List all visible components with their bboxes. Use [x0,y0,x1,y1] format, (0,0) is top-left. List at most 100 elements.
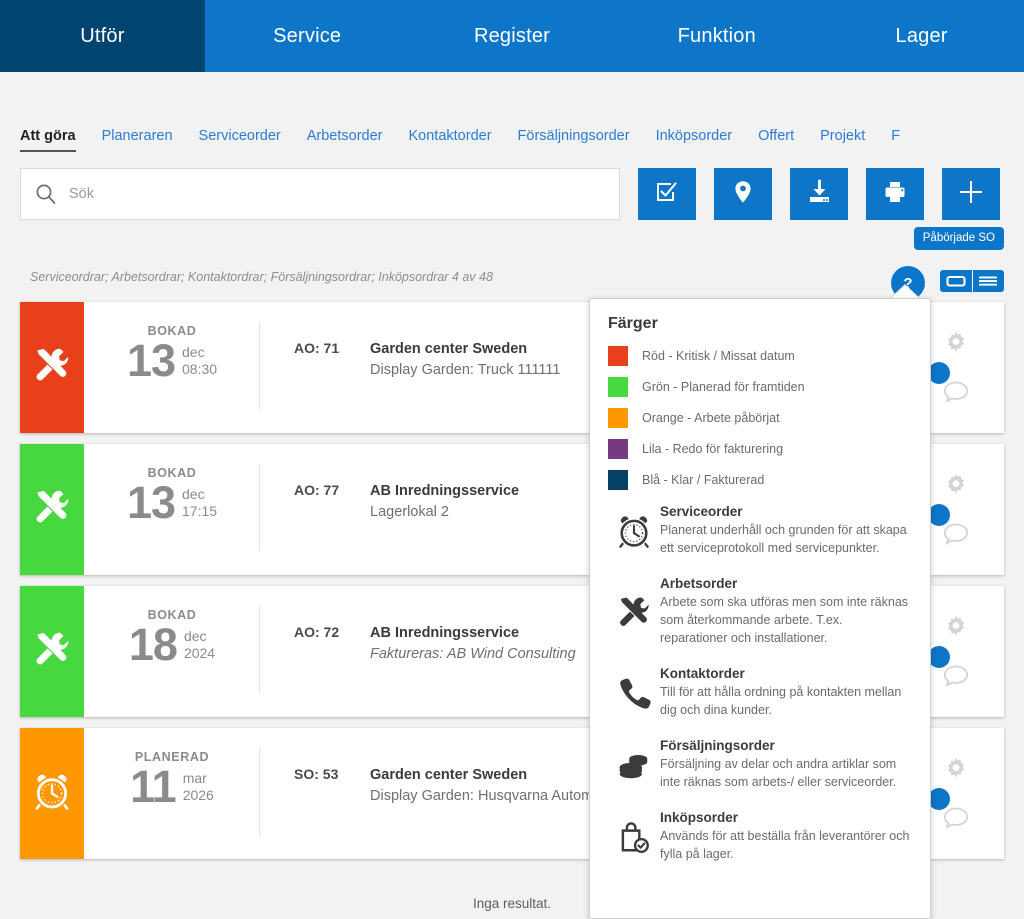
sub-tab-0[interactable]: Att göra [20,128,76,160]
legend-color-swatch [608,346,628,366]
legend-item: Grön - Planerad för framtiden [608,377,912,397]
card-view-icon [946,276,966,287]
sub-tab-label: F [891,128,901,144]
legend-item: Blå - Klar / Fakturerad [608,470,912,490]
order-number: AO: 72 [294,624,340,640]
nav-item-service[interactable]: Service [205,0,410,72]
legend-color-swatch [608,408,628,428]
legend-item: Röd - Kritisk / Missat datum [608,346,912,366]
order-type-description: Arbete som ska utföras men som inte räkn… [660,595,909,645]
order-day: 11 [130,761,177,812]
order-status-dot[interactable] [928,788,950,810]
search-input[interactable] [69,186,605,202]
sub-tab-label: Serviceorder [198,128,281,144]
comment-chat-icon[interactable] [942,521,970,552]
legend-item: Orange - Arbete påbörjat [608,408,912,428]
task-checkbox-icon [654,179,680,210]
order-customer-name: Garden center Sweden [370,767,528,783]
sub-tab-5[interactable]: Försäljningsorder [518,128,630,160]
list-view-button[interactable] [971,270,1004,292]
nav-item-funktion[interactable]: Funktion [614,0,819,72]
add-plus-icon [956,177,986,212]
status-stripe [20,302,84,433]
settings-gear-icon[interactable] [943,756,969,787]
sub-tab-7[interactable]: Offert [758,128,794,160]
status-stripe [20,728,84,859]
order-customer-name: AB Inredningsservice [370,483,520,499]
nav-item-lager[interactable]: Lager [819,0,1024,72]
order-day: 18 [128,619,178,670]
sub-tab-3[interactable]: Arbetsorder [307,128,383,160]
order-type-item: Arbetsorder Arbete som ska utföras men so… [608,576,912,647]
nav-item-label: Funktion [677,24,756,47]
legend-popover: Färger Röd - Kritisk / Missat datum Grön … [589,298,931,919]
order-status-dot[interactable] [928,504,950,526]
legend-label: Röd - Kritisk / Missat datum [642,349,795,363]
order-type-item: Serviceorder Planerat underhåll och grund… [608,504,912,557]
list-view-icon [979,276,998,286]
comment-chat-icon[interactable] [942,805,970,836]
order-type-description: Till för att hålla ordning på kontakten … [660,685,902,717]
status-stripe [20,444,84,575]
print-button[interactable] [866,168,924,220]
search-box[interactable] [20,168,620,220]
order-number: AO: 71 [294,340,340,356]
sub-tab-label: Försäljningsorder [517,128,630,144]
order-type-item: Försäljningsorder Försäljning av delar oc… [608,738,912,791]
tools-icon [32,629,72,674]
nav-item-register[interactable]: Register [410,0,615,72]
sub-tab-2[interactable]: Serviceorder [199,128,281,160]
order-customer-name: AB Inredningsservice [370,625,520,641]
popover-arrow-icon [890,285,920,299]
order-subtitle: Faktureras: AB Wind Consulting [370,646,576,662]
purchase-bag-icon [608,810,660,863]
nav-item-label: Utför [80,24,125,47]
nav-item-label: Service [273,24,342,47]
map-pin-button[interactable] [714,168,772,220]
order-type-description: Används för att beställa från leverantör… [660,829,910,861]
toolbar-buttons [638,168,1000,220]
nav-item-utfor[interactable]: Utför [0,0,205,72]
order-type-item: Kontaktorder Till för att hålla ordning p… [608,666,912,719]
color-legend-list: Röd - Kritisk / Missat datum Grön - Plane… [608,346,912,490]
sub-tab-label: Projekt [820,128,866,144]
settings-gear-icon[interactable] [943,472,969,503]
order-date-column: BOKAD 13 dec 08:30 [84,302,260,433]
order-month: dec [183,628,207,644]
order-day: 13 [126,477,176,528]
list-meta-bar: Serviceordrar; Arbetsordrar; Kontaktordr… [0,266,1024,300]
settings-gear-icon[interactable] [943,330,969,361]
order-status-dot[interactable] [928,646,950,668]
alarm-clock-icon [608,504,660,557]
sub-tab-9[interactable]: F [891,128,900,160]
comment-chat-icon[interactable] [942,663,970,694]
order-status-dot[interactable] [928,362,950,384]
order-time-or-year: 17:15 [182,503,218,519]
order-number: AO: 77 [294,482,340,498]
order-type-title: Arbetsorder [660,576,738,591]
legend-label: Lila - Redo för fakturering [642,442,784,456]
pabörjade-so-button[interactable]: Påbörjade SO [913,227,1004,250]
sub-tab-1[interactable]: Planeraren [102,128,173,160]
app-root: Utför Service Register Funktion Lager At… [0,0,1024,919]
legend-item: Lila - Redo för fakturering [608,439,912,459]
legend-color-swatch [608,377,628,397]
filter-summary-text: Serviceordrar; Arbetsordrar; Kontaktordr… [30,270,493,284]
card-view-button[interactable] [940,270,972,292]
tools-icon [32,345,72,390]
add-button[interactable] [942,168,1000,220]
order-month: dec [182,486,205,502]
task-checkbox-button[interactable] [638,168,696,220]
sub-tab-8[interactable]: Projekt [820,128,865,160]
settings-gear-icon[interactable] [943,614,969,645]
comment-chat-icon[interactable] [942,379,970,410]
view-mode-toggle[interactable] [940,270,1004,292]
tools-icon [32,487,72,532]
sub-tab-6[interactable]: Inköpsorder [656,128,733,160]
sub-tab-label: Planeraren [101,128,173,144]
sub-tab-label: Kontaktorder [408,128,492,144]
status-stripe [20,586,84,717]
legend-label: Orange - Arbete påbörjat [642,411,780,425]
import-download-button[interactable] [790,168,848,220]
sub-tab-4[interactable]: Kontaktorder [409,128,492,160]
